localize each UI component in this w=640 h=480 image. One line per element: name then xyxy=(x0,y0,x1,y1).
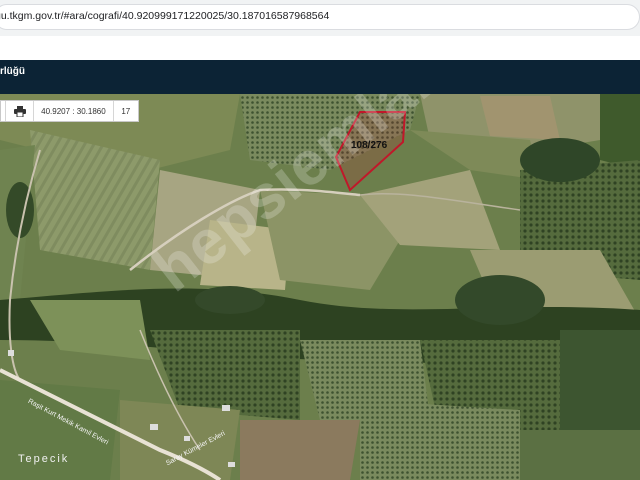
url-text: gu.tkgm.gov.tr/#ara/cografi/40.920999171… xyxy=(0,10,330,22)
browser-toolbar: gu.tkgm.gov.tr/#ara/cografi/40.920999171… xyxy=(0,0,640,36)
address-bar[interactable]: gu.tkgm.gov.tr/#ara/cografi/40.920999171… xyxy=(0,4,640,30)
page-gap xyxy=(0,36,640,60)
satellite-map[interactable]: hepsiemlak xyxy=(0,94,640,480)
site-title: rlüğü xyxy=(0,66,25,77)
printer-icon xyxy=(13,105,26,117)
site-header: rlüğü xyxy=(0,60,640,94)
print-button[interactable] xyxy=(6,101,35,121)
parcel-label[interactable]: 108/276 xyxy=(351,140,387,151)
zoom-level: 17 xyxy=(121,106,131,116)
place-label: Tepecik xyxy=(18,453,70,465)
map-toolbar: 40.9207 : 30.1860 17 xyxy=(0,100,139,122)
coordinate-readout: 40.9207 : 30.1860 xyxy=(34,101,114,121)
